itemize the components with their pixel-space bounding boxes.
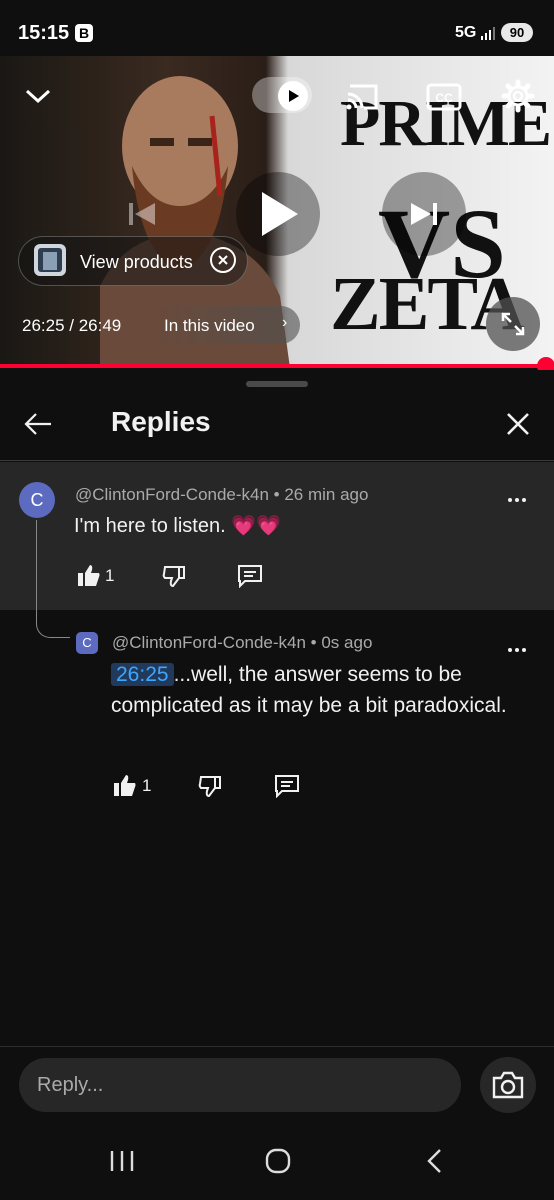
cc-icon: CC <box>426 83 462 111</box>
close-panel-button[interactable] <box>496 402 540 446</box>
comment-author-meta[interactable]: @ClintonFord-Conde-k4n • 0s ago <box>112 633 372 653</box>
divider <box>0 460 554 461</box>
captions-button[interactable]: CC <box>422 78 466 116</box>
home-button[interactable] <box>256 1144 300 1178</box>
drag-handle[interactable] <box>246 381 308 387</box>
like-count: 1 <box>105 566 115 585</box>
reply-button[interactable] <box>236 562 264 590</box>
close-icon <box>218 255 228 265</box>
comment-icon <box>275 775 299 798</box>
recent-apps-button[interactable] <box>100 1144 144 1178</box>
dislike-button[interactable] <box>196 772 224 800</box>
like-button[interactable] <box>110 772 140 798</box>
next-button[interactable] <box>382 172 466 256</box>
product-thumbnail <box>34 244 66 276</box>
dismiss-products-button[interactable] <box>210 247 236 273</box>
reply-button[interactable] <box>273 772 301 800</box>
home-icon <box>265 1148 291 1174</box>
reply-input[interactable] <box>19 1058 461 1112</box>
thumbs-up-icon <box>78 565 100 586</box>
thumbs-up-icon <box>114 775 136 796</box>
settings-icon <box>501 79 535 113</box>
autoplay-icon <box>278 81 308 111</box>
camera-icon <box>492 1071 524 1099</box>
like-count: 1 <box>142 776 152 795</box>
camera-button[interactable] <box>480 1057 536 1113</box>
settings-button[interactable] <box>496 76 540 116</box>
fullscreen-icon <box>501 312 525 336</box>
more-vertical-icon <box>508 498 526 502</box>
cast-button[interactable] <box>340 78 384 116</box>
close-icon <box>507 413 529 435</box>
thumbs-down-icon <box>198 776 221 798</box>
recent-apps-icon <box>110 1151 134 1171</box>
comment-author-meta[interactable]: @ClintonFord-Conde-k4n • 26 min ago <box>75 485 368 505</box>
play-button[interactable] <box>236 172 320 256</box>
comment-icon <box>238 565 262 588</box>
panel-title: Replies <box>111 406 211 437</box>
comment-text: 26:25 ...well, the answer seems to be com… <box>111 659 511 721</box>
system-back-button[interactable] <box>412 1144 456 1178</box>
next-icon <box>411 203 437 225</box>
playback-time: 26:25 / 26:49 <box>22 316 122 335</box>
video-player[interactable]: PRIME VS ZETA CC View products 26:25 / 2… <box>0 56 554 368</box>
svg-text:CC: CC <box>435 91 453 105</box>
back-button[interactable] <box>18 402 58 446</box>
comment-text-content: I'm here to listen. <box>74 515 232 537</box>
like-button[interactable] <box>74 562 104 588</box>
heart-emoji: 💗💗 <box>231 515 282 537</box>
timestamp-link[interactable]: 26:25 <box>111 663 174 686</box>
status-time: 15:15 <box>18 22 70 44</box>
progress-bar-fill <box>0 364 546 368</box>
view-products-label: View products <box>80 252 193 272</box>
avatar[interactable]: C <box>76 632 98 654</box>
avatar[interactable]: C <box>19 482 55 518</box>
in-this-video-label: In this video <box>164 316 255 335</box>
dislike-button[interactable] <box>160 562 188 590</box>
divider <box>0 1046 554 1047</box>
more-vertical-icon <box>508 648 526 652</box>
previous-button[interactable] <box>118 192 166 236</box>
back-icon <box>427 1149 441 1173</box>
play-icon <box>262 192 298 236</box>
cast-icon <box>346 84 378 110</box>
notification-badge: B <box>75 24 93 42</box>
fullscreen-button[interactable] <box>486 297 540 351</box>
arrow-left-icon <box>24 413 51 435</box>
more-options-button[interactable] <box>500 640 534 660</box>
signal-icon <box>480 25 496 41</box>
battery-indicator: 90 <box>501 23 533 42</box>
chevron-down-icon <box>25 89 51 104</box>
collapse-player-button[interactable] <box>18 80 58 112</box>
chevron-right-icon: › <box>282 314 288 331</box>
thread-connector <box>36 520 70 638</box>
thumbs-down-icon <box>162 566 185 588</box>
more-options-button[interactable] <box>500 490 534 510</box>
comment-text: I'm here to listen. 💗💗 <box>74 513 281 538</box>
previous-icon <box>129 203 155 225</box>
network-type: 5G <box>455 24 477 41</box>
